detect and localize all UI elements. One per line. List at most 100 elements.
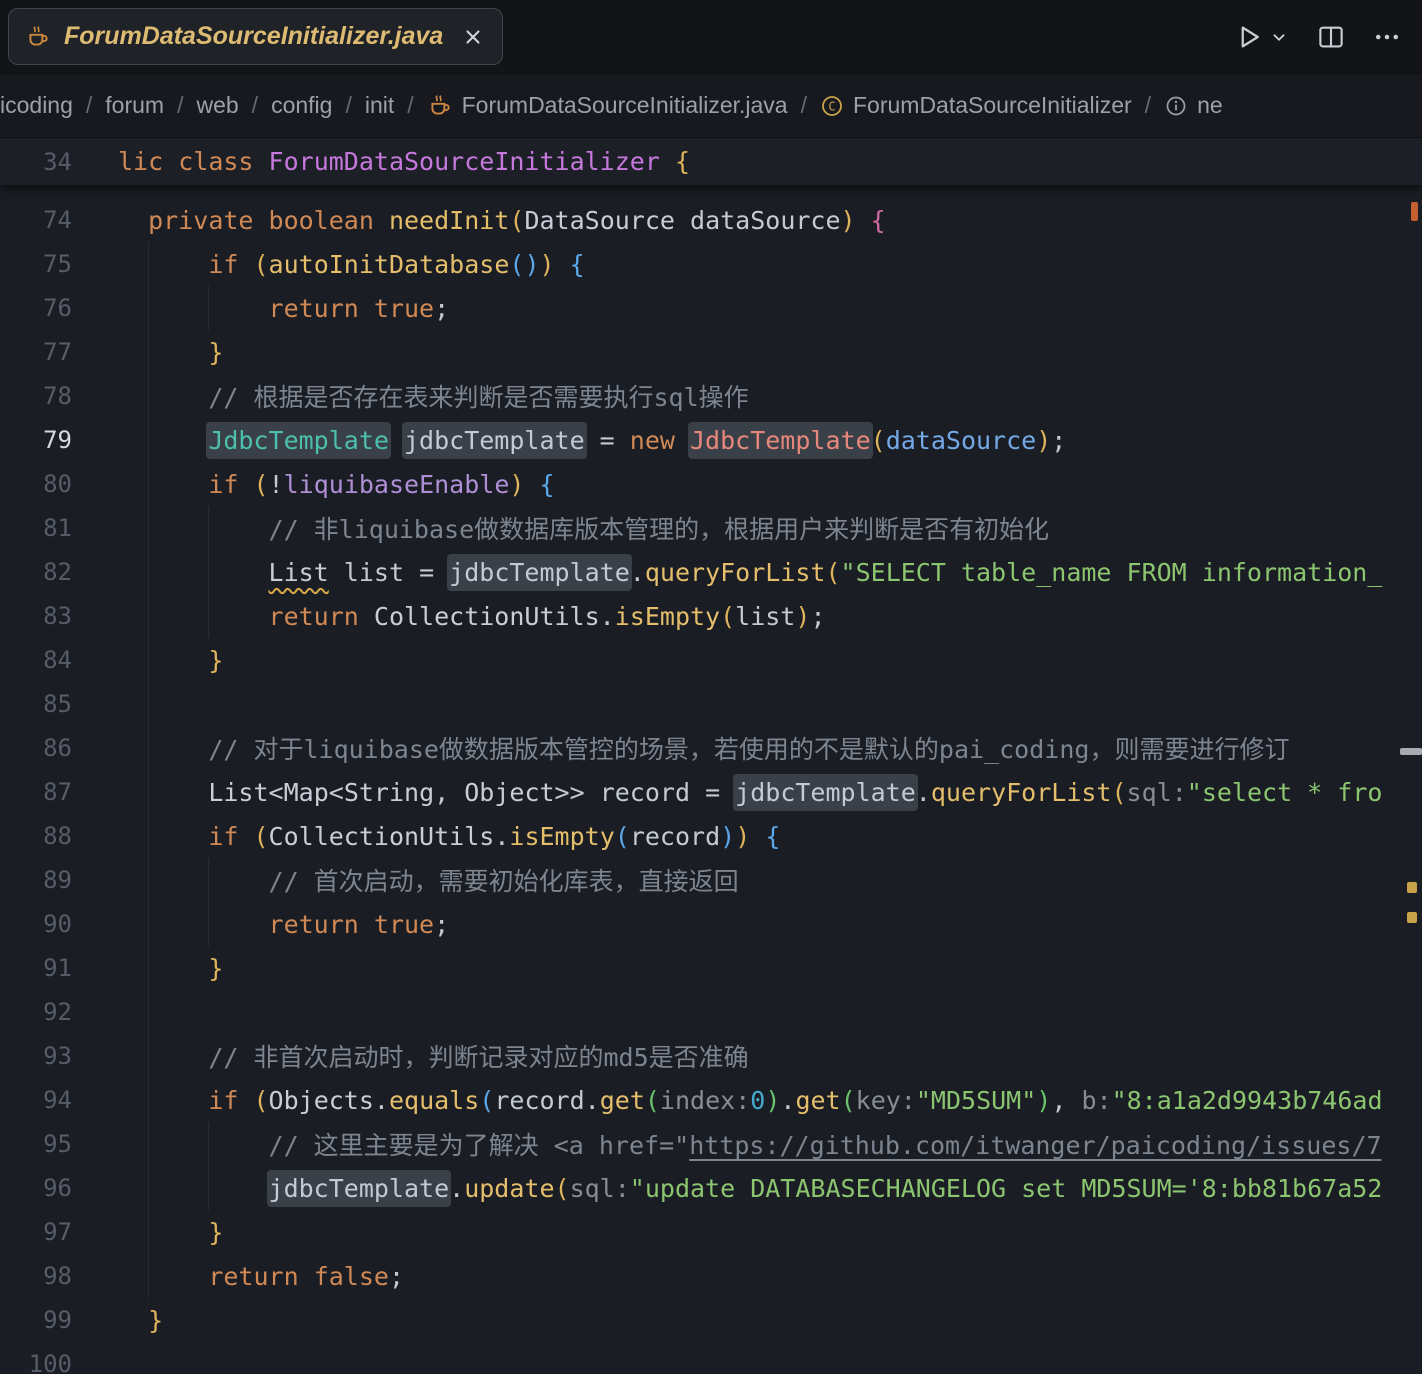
- code-text[interactable]: // 这里主要是为了解决 <a href="https://github.com…: [72, 1126, 1382, 1162]
- code-line-77[interactable]: 77 }: [0, 330, 1422, 374]
- line-number[interactable]: 78: [0, 382, 72, 410]
- line-number[interactable]: 87: [0, 778, 72, 806]
- code-line-81[interactable]: 81 // 非liquibase做数据库版本管理的，根据用户来判断是否有初始化: [0, 506, 1422, 550]
- line-number[interactable]: 74: [0, 206, 72, 234]
- line-number[interactable]: 34: [0, 148, 72, 176]
- breadcrumb-item[interactable]: config: [271, 92, 332, 119]
- line-number[interactable]: 83: [0, 602, 72, 630]
- code-line-76[interactable]: 76 return true;: [0, 286, 1422, 330]
- code-text[interactable]: if (!liquibaseEnable) {: [72, 470, 554, 499]
- line-number[interactable]: 100: [0, 1350, 72, 1374]
- scroll-position-dash[interactable]: [1400, 748, 1422, 755]
- code-text[interactable]: List<Map<String, Object>> record = jdbcT…: [72, 773, 1382, 811]
- code-text[interactable]: }: [72, 1218, 223, 1247]
- line-number[interactable]: 76: [0, 294, 72, 322]
- line-number[interactable]: 99: [0, 1306, 72, 1334]
- code-text[interactable]: // 对于liquibase做数据版本管控的场景，若使用的不是默认的pai_co…: [72, 730, 1289, 766]
- more-actions-button[interactable]: [1372, 22, 1402, 52]
- code-text[interactable]: if (autoInitDatabase()) {: [72, 250, 584, 279]
- line-number[interactable]: 96: [0, 1174, 72, 1202]
- close-icon[interactable]: [462, 26, 484, 48]
- code-text[interactable]: List list = jdbcTemplate.queryForList("S…: [72, 553, 1382, 591]
- code-line-82[interactable]: 82 List list = jdbcTemplate.queryForList…: [0, 550, 1422, 594]
- breadcrumb-item[interactable]: init: [365, 92, 394, 119]
- line-number[interactable]: 85: [0, 690, 72, 718]
- line-number[interactable]: 81: [0, 514, 72, 542]
- code-line-92[interactable]: 92: [0, 990, 1422, 1034]
- code-text[interactable]: if (Objects.equals(record.get(index:0).g…: [72, 1086, 1382, 1115]
- line-number[interactable]: 94: [0, 1086, 72, 1114]
- code-text[interactable]: if (CollectionUtils.isEmpty(record)) {: [72, 822, 780, 851]
- code-line-79[interactable]: 79 JdbcTemplate jdbcTemplate = new JdbcT…: [0, 418, 1422, 462]
- code-editor[interactable]: 34 lic class ForumDataSourceInitializer {…: [0, 138, 1422, 1374]
- code-text[interactable]: lic class ForumDataSourceInitializer {: [72, 147, 690, 176]
- line-number[interactable]: 88: [0, 822, 72, 850]
- code-line-78[interactable]: 78 // 根据是否存在表来判断是否需要执行sql操作: [0, 374, 1422, 418]
- line-number[interactable]: 98: [0, 1262, 72, 1290]
- line-number[interactable]: 82: [0, 558, 72, 586]
- code-line-83[interactable]: 83 return CollectionUtils.isEmpty(list);: [0, 594, 1422, 638]
- split-editor-button[interactable]: [1316, 22, 1346, 52]
- line-number[interactable]: 93: [0, 1042, 72, 1070]
- tab-forumdatasourceinitializer-java[interactable]: ForumDataSourceInitializer.java: [8, 8, 504, 65]
- code-text[interactable]: return CollectionUtils.isEmpty(list);: [72, 602, 826, 631]
- line-number[interactable]: 97: [0, 1218, 72, 1246]
- code-line-86[interactable]: 86 // 对于liquibase做数据版本管控的场景，若使用的不是默认的pai…: [0, 726, 1422, 770]
- code-line-94[interactable]: 94 if (Objects.equals(record.get(index:0…: [0, 1078, 1422, 1122]
- code-line-75[interactable]: 75 if (autoInitDatabase()) {: [0, 242, 1422, 286]
- error-stripe-warning-2[interactable]: [1407, 912, 1417, 923]
- code-line-99[interactable]: 99 }: [0, 1298, 1422, 1342]
- code-text[interactable]: return true;: [72, 294, 450, 323]
- code-text[interactable]: private boolean needInit(DataSource data…: [72, 206, 886, 235]
- code-line-34[interactable]: 34 lic class ForumDataSourceInitializer {: [0, 139, 1422, 185]
- line-number[interactable]: 89: [0, 866, 72, 894]
- breadcrumb-item[interactable]: web: [196, 92, 238, 119]
- line-number[interactable]: 75: [0, 250, 72, 278]
- code-text[interactable]: }: [72, 338, 223, 367]
- code-line-91[interactable]: 91 }: [0, 946, 1422, 990]
- code-line-90[interactable]: 90 return true;: [0, 902, 1422, 946]
- code-line-89[interactable]: 89 // 首次启动，需要初始化库表，直接返回: [0, 858, 1422, 902]
- code-line-74[interactable]: 74 private boolean needInit(DataSource d…: [0, 198, 1422, 242]
- code-text[interactable]: // 首次启动，需要初始化库表，直接返回: [72, 862, 739, 898]
- line-number[interactable]: 79: [0, 426, 72, 454]
- code-line-95[interactable]: 95 // 这里主要是为了解决 <a href="https://github.…: [0, 1122, 1422, 1166]
- error-stripe-warning-1[interactable]: [1407, 882, 1417, 893]
- line-number[interactable]: 80: [0, 470, 72, 498]
- breadcrumb-item[interactable]: C ForumDataSourceInitializer: [820, 92, 1132, 119]
- code-line-98[interactable]: 98 return false;: [0, 1254, 1422, 1298]
- line-number[interactable]: 91: [0, 954, 72, 982]
- breadcrumb-item[interactable]: icoding: [0, 92, 73, 119]
- run-button[interactable]: [1234, 22, 1264, 52]
- code-text[interactable]: }: [72, 954, 223, 983]
- line-number[interactable]: 95: [0, 1130, 72, 1158]
- breadcrumb-item[interactable]: ne: [1164, 92, 1223, 119]
- code-line-97[interactable]: 97 }: [0, 1210, 1422, 1254]
- code-line-93[interactable]: 93 // 非首次启动时，判断记录对应的md5是否准确: [0, 1034, 1422, 1078]
- line-number[interactable]: 84: [0, 646, 72, 674]
- breadcrumb-item[interactable]: ForumDataSourceInitializer.java: [427, 92, 788, 119]
- line-number[interactable]: 92: [0, 998, 72, 1026]
- run-options-button[interactable]: [1268, 26, 1290, 48]
- line-number[interactable]: 90: [0, 910, 72, 938]
- sticky-scroll-line[interactable]: 34 lic class ForumDataSourceInitializer {: [0, 138, 1422, 186]
- code-line-80[interactable]: 80 if (!liquibaseEnable) {: [0, 462, 1422, 506]
- breadcrumb-item[interactable]: forum: [105, 92, 164, 119]
- line-number[interactable]: 86: [0, 734, 72, 762]
- line-number[interactable]: 77: [0, 338, 72, 366]
- code-line-85[interactable]: 85: [0, 682, 1422, 726]
- error-stripe-warning-top[interactable]: [1411, 202, 1418, 221]
- code-text[interactable]: return true;: [72, 910, 450, 939]
- code-text[interactable]: }: [72, 1306, 163, 1335]
- code-text[interactable]: // 根据是否存在表来判断是否需要执行sql操作: [72, 378, 748, 414]
- code-line-87[interactable]: 87 List<Map<String, Object>> record = jd…: [0, 770, 1422, 814]
- code-text[interactable]: JdbcTemplate jdbcTemplate = new JdbcTemp…: [72, 421, 1066, 459]
- code-text[interactable]: // 非liquibase做数据库版本管理的，根据用户来判断是否有初始化: [72, 510, 1050, 546]
- code-line-84[interactable]: 84 }: [0, 638, 1422, 682]
- code-line-88[interactable]: 88 if (CollectionUtils.isEmpty(record)) …: [0, 814, 1422, 858]
- code-line-96[interactable]: 96 jdbcTemplate.update(sql:"update DATAB…: [0, 1166, 1422, 1210]
- code-text[interactable]: // 非首次启动时，判断记录对应的md5是否准确: [72, 1038, 748, 1074]
- code-text[interactable]: }: [72, 646, 223, 675]
- code-text[interactable]: jdbcTemplate.update(sql:"update DATABASE…: [72, 1169, 1382, 1207]
- code-line-100[interactable]: 100: [0, 1342, 1422, 1374]
